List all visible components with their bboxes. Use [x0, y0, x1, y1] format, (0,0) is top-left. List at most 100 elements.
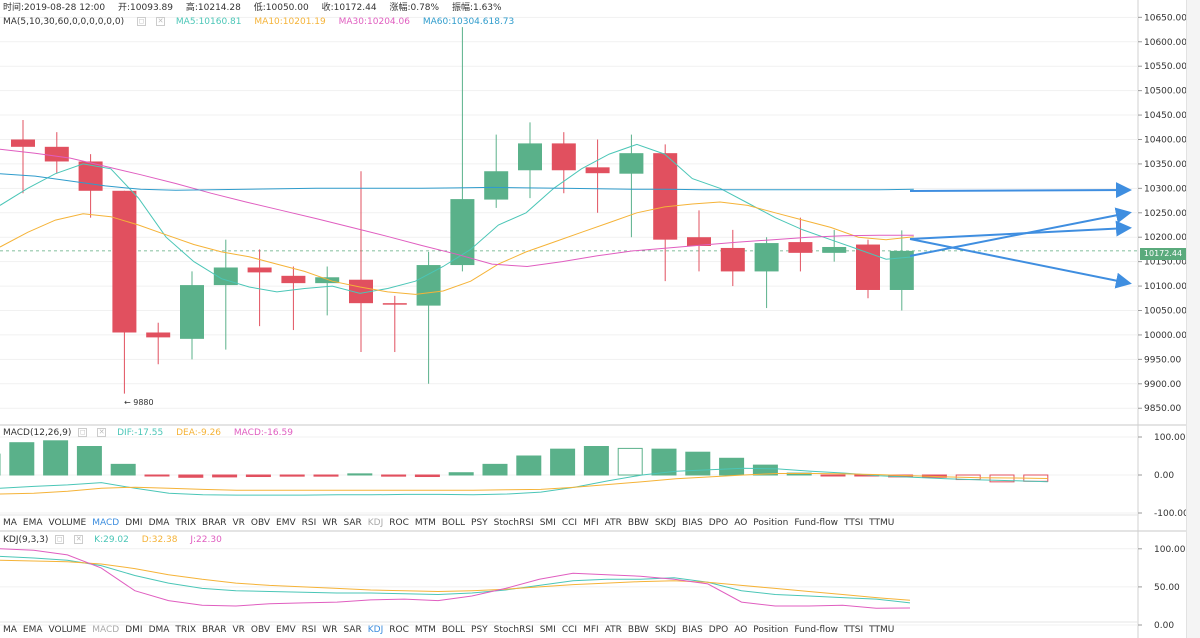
close-icon[interactable]: ✕	[156, 17, 166, 26]
settings-icon[interactable]: ◻	[78, 428, 88, 437]
macd-bar	[719, 457, 745, 476]
change-label: 涨幅:0.78%	[389, 3, 440, 13]
tab-rsi[interactable]: RSI	[299, 517, 320, 529]
tab-brar[interactable]: BRAR	[199, 517, 229, 529]
tab-boll[interactable]: BOLL	[439, 624, 468, 636]
tab-position[interactable]: Position	[750, 517, 791, 529]
tab-ttmu[interactable]: TTMU	[866, 624, 897, 636]
tab-kdj[interactable]: KDJ	[365, 517, 387, 529]
tab-skdj[interactable]: SKDJ	[652, 624, 679, 636]
y-tick-label: 10550.00	[1144, 62, 1187, 72]
tab-ma[interactable]: MA	[0, 624, 20, 636]
tab-ttsi[interactable]: TTSI	[841, 517, 866, 529]
tab-vr[interactable]: VR	[229, 624, 247, 636]
tab-smi[interactable]: SMI	[537, 624, 559, 636]
tab-ao[interactable]: AO	[731, 517, 750, 529]
tab-smi[interactable]: SMI	[537, 517, 559, 529]
macd-bar	[820, 474, 846, 477]
tab-sar[interactable]: SAR	[340, 517, 364, 529]
macd-bar	[9, 442, 35, 476]
close-icon[interactable]: ✕	[97, 428, 107, 437]
tab-psy[interactable]: PSY	[468, 517, 491, 529]
tab-wr[interactable]: WR	[319, 517, 340, 529]
kdj-k-value: K:29.02	[94, 535, 129, 545]
tab-cci[interactable]: CCI	[559, 624, 580, 636]
tab-vr[interactable]: VR	[229, 517, 247, 529]
close-icon[interactable]: ✕	[74, 535, 84, 544]
tab-brar[interactable]: BRAR	[199, 624, 229, 636]
tab-stochrsi[interactable]: StochRSI	[491, 517, 537, 529]
tab-obv[interactable]: OBV	[248, 624, 273, 636]
y-tick-label: 10250.00	[1144, 209, 1187, 219]
macd-bar	[482, 463, 508, 476]
tab-macd[interactable]: MACD	[89, 624, 122, 636]
tab-volume[interactable]: VOLUME	[46, 517, 90, 529]
settings-icon[interactable]: ◻	[55, 535, 65, 544]
macd-bar	[516, 455, 542, 476]
tab-roc[interactable]: ROC	[386, 624, 412, 636]
tab-ma[interactable]: MA	[0, 517, 20, 529]
tab-stochrsi[interactable]: StochRSI	[491, 624, 537, 636]
tab-ttsi[interactable]: TTSI	[841, 624, 866, 636]
y-tick-label: 50.00	[1154, 583, 1180, 593]
tab-mtm[interactable]: MTM	[412, 517, 439, 529]
tab-bbw[interactable]: BBW	[625, 517, 652, 529]
tab-roc[interactable]: ROC	[386, 517, 412, 529]
macd-bar	[245, 474, 271, 478]
tab-atr[interactable]: ATR	[602, 624, 625, 636]
tab-sar[interactable]: SAR	[340, 624, 364, 636]
tab-emv[interactable]: EMV	[273, 517, 299, 529]
tab-position[interactable]: Position	[750, 624, 791, 636]
tab-ema[interactable]: EMA	[20, 624, 46, 636]
tab-dma[interactable]: DMA	[146, 517, 173, 529]
settings-icon[interactable]: ◻	[137, 17, 147, 26]
tab-macd[interactable]: MACD	[89, 517, 122, 529]
tab-fund-flow[interactable]: Fund-flow	[791, 517, 841, 529]
tab-dma[interactable]: DMA	[146, 624, 173, 636]
tab-volume[interactable]: VOLUME	[46, 624, 90, 636]
candle-body	[11, 139, 35, 147]
candle-body	[450, 199, 475, 266]
tab-skdj[interactable]: SKDJ	[652, 517, 679, 529]
tab-atr[interactable]: ATR	[602, 517, 625, 529]
ma30-value: MA30:10204.06	[338, 17, 410, 27]
tab-fund-flow[interactable]: Fund-flow	[791, 624, 841, 636]
y-tick-label: 9900.00	[1144, 380, 1181, 390]
candle-body	[822, 246, 847, 253]
tab-trix[interactable]: TRIX	[172, 517, 199, 529]
tab-mfi[interactable]: MFI	[580, 624, 602, 636]
tab-bbw[interactable]: BBW	[625, 624, 652, 636]
tab-ao[interactable]: AO	[731, 624, 750, 636]
tab-mfi[interactable]: MFI	[580, 517, 602, 529]
tab-obv[interactable]: OBV	[248, 517, 273, 529]
close-label: 收:10172.44	[321, 3, 377, 13]
tab-mtm[interactable]: MTM	[412, 624, 439, 636]
tab-dmi[interactable]: DMI	[122, 517, 145, 529]
tab-wr[interactable]: WR	[319, 624, 340, 636]
kdj-k-line	[0, 555, 911, 604]
y-tick-label: 100.00	[1154, 545, 1186, 555]
tab-emv[interactable]: EMV	[273, 624, 299, 636]
right-scrollbar[interactable]	[1186, 0, 1200, 638]
tab-dpo[interactable]: DPO	[706, 517, 731, 529]
macd-bar	[43, 440, 69, 476]
ma60-value: MA60:10304.	[422, 17, 483, 27]
tab-dpo[interactable]: DPO	[706, 624, 731, 636]
tab-ema[interactable]: EMA	[20, 517, 46, 529]
tab-ttmu[interactable]: TTMU	[866, 517, 897, 529]
tab-psy[interactable]: PSY	[468, 624, 491, 636]
tab-kdj[interactable]: KDJ	[365, 624, 387, 636]
macd-bar	[448, 472, 474, 476]
tab-boll[interactable]: BOLL	[439, 517, 468, 529]
tab-trix[interactable]: TRIX	[172, 624, 199, 636]
candle-body	[856, 244, 880, 290]
y-tick-label: 9950.00	[1144, 355, 1181, 365]
tab-rsi[interactable]: RSI	[299, 624, 320, 636]
tab-cci[interactable]: CCI	[559, 517, 580, 529]
tab-bias[interactable]: BIAS	[679, 517, 706, 529]
y-tick-label: 0.00	[1154, 621, 1174, 631]
y-tick-label: -100.00	[1154, 509, 1189, 519]
open-label: 开:10093.89	[118, 3, 173, 13]
tab-bias[interactable]: BIAS	[679, 624, 706, 636]
tab-dmi[interactable]: DMI	[122, 624, 145, 636]
